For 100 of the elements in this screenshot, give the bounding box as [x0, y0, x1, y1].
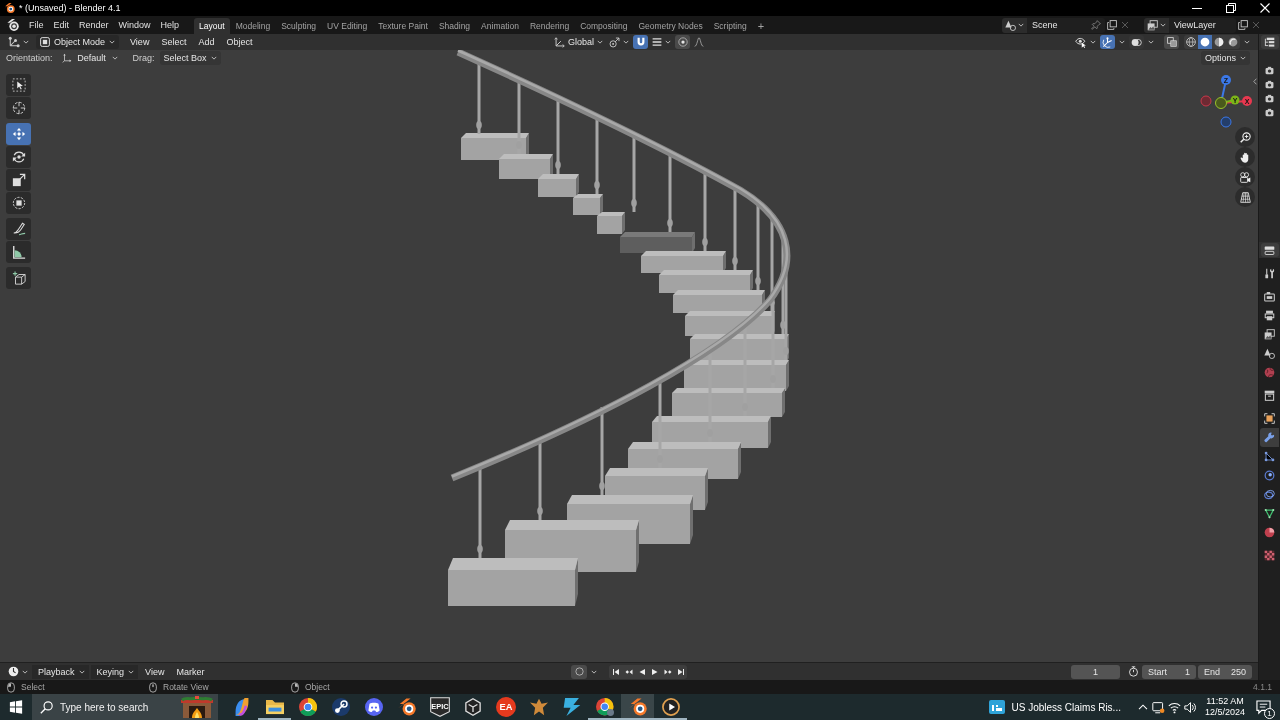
workspace-tab[interactable]: Animation [476, 18, 524, 34]
selectability-dropdown[interactable] [1073, 35, 1098, 49]
start-frame-field[interactable]: Start 1 [1142, 664, 1196, 679]
options-dropdown[interactable]: Options [1200, 51, 1250, 65]
camera-icon [1265, 79, 1274, 89]
orientation-label: Orientation: [6, 53, 53, 63]
tool-button[interactable] [6, 123, 31, 145]
star-icon [529, 698, 548, 716]
auto-keying-toggle[interactable] [571, 664, 587, 679]
square-frame-icon [40, 37, 50, 47]
caret-icon [22, 669, 28, 674]
menu-dropdown[interactable]: Playback [32, 664, 89, 679]
snap-target-dropdown[interactable] [650, 35, 673, 49]
render-visibility-toggle[interactable] [1263, 65, 1276, 75]
camera-view-button[interactable] [1235, 167, 1255, 187]
editor-type-button[interactable] [6, 35, 31, 49]
workspace-tab[interactable]: Sculpting [276, 18, 322, 34]
workspace-tab[interactable]: Layout [194, 18, 230, 34]
zoom-icon [1239, 131, 1251, 143]
shading-mode-button[interactable] [1184, 35, 1198, 49]
render-visibility-toggle[interactable] [1263, 93, 1276, 103]
tool-button[interactable] [6, 169, 31, 191]
end-frame-field[interactable]: End 250 [1198, 664, 1252, 679]
search-input[interactable]: Type here to search [60, 699, 173, 715]
menu-item[interactable]: Edit [48, 17, 75, 33]
properties-tab[interactable] [1260, 428, 1279, 447]
news-widget[interactable]: US Jobless Claims Ris... [983, 694, 1127, 720]
drag-dropdown[interactable]: Select Box [159, 51, 221, 65]
render-visibility-toggle[interactable] [1263, 107, 1276, 117]
add-workspace-button[interactable]: + [752, 18, 770, 34]
view-layer-name-field[interactable]: ViewLayer [1169, 17, 1236, 33]
shading-mode-button[interactable] [1198, 35, 1212, 49]
tool-button[interactable] [6, 218, 31, 240]
scene-name-field[interactable]: Scene [1027, 17, 1105, 33]
skip-back-icon [611, 667, 620, 676]
falloff-dropdown[interactable] [692, 35, 706, 49]
menu-dropdown[interactable]: Keying [90, 664, 139, 679]
gizmo-toggle[interactable] [1100, 35, 1115, 49]
menu-item[interactable]: Window [113, 17, 156, 33]
browser-icon [298, 698, 317, 716]
browser-icon [595, 698, 614, 716]
perspective-toggle[interactable] [1235, 187, 1255, 207]
menu-item[interactable]: Render [74, 17, 114, 33]
globe-icon [1264, 367, 1275, 378]
menu-item[interactable]: Object [221, 35, 258, 49]
duplicate-button[interactable] [1105, 17, 1118, 33]
taskbar-app-button[interactable] [621, 694, 654, 720]
menu-item[interactable]: Select [156, 35, 192, 49]
duplicate-button[interactable] [1236, 17, 1249, 33]
tool-button[interactable] [6, 267, 31, 289]
editor-type-button[interactable] [6, 664, 30, 679]
taskbar-app-button[interactable]: EA [489, 694, 522, 720]
tool-button[interactable] [6, 97, 31, 119]
proportional-editing-toggle[interactable] [675, 35, 690, 49]
pan-button[interactable] [1235, 147, 1255, 167]
field-value: 1 [1185, 666, 1190, 677]
workspace-tab[interactable]: Texture Paint [373, 18, 433, 34]
transform-orientation-dropdown[interactable]: Global [552, 35, 605, 49]
workspace-tab[interactable]: Geometry Nodes [633, 18, 708, 34]
scene-selector[interactable] [1002, 17, 1027, 33]
workspace-tab[interactable]: Scripting [708, 18, 752, 34]
menu-item[interactable]: View [140, 664, 170, 679]
box-icon [1264, 390, 1275, 401]
menu-item[interactable]: Marker [171, 664, 210, 679]
workspace-tab[interactable]: Shading [433, 18, 476, 34]
menu-item[interactable]: Add [193, 35, 220, 49]
preview-range-toggle[interactable] [1126, 664, 1140, 679]
pivot-point-dropdown[interactable] [607, 35, 631, 49]
tool-button[interactable] [6, 146, 31, 168]
caret-icon [665, 40, 671, 44]
tool-button[interactable] [6, 74, 31, 96]
xray-toggle[interactable] [1164, 35, 1179, 49]
mode-dropdown[interactable]: Object Mode [36, 35, 120, 49]
current-frame-field[interactable]: 1 [1071, 664, 1120, 679]
editor-type-button[interactable] [1260, 243, 1279, 257]
shading-mode-button[interactable] [1226, 35, 1240, 49]
taskbar-app-button[interactable]: EPIC [423, 694, 456, 720]
menu-item[interactable]: Help [155, 17, 185, 33]
notifications-button[interactable]: 1 [1251, 694, 1275, 720]
workspace-tab[interactable]: Modeling [230, 18, 276, 34]
workspace-tab[interactable]: Rendering [524, 18, 575, 34]
zoom-button[interactable] [1235, 127, 1255, 147]
render-visibility-toggle[interactable] [1263, 79, 1276, 89]
move-arrows-icon [11, 127, 26, 141]
clock-button[interactable]: 11:52 AM 12/5/2024 [1198, 694, 1251, 720]
search-field[interactable]: Type here to search [32, 694, 218, 720]
tool-button[interactable] [6, 192, 31, 214]
editor-type-button[interactable] [1260, 35, 1279, 49]
tool-button[interactable] [6, 241, 31, 263]
overlays-toggle[interactable] [1129, 35, 1144, 49]
snap-toggle[interactable] [633, 35, 648, 49]
menu-item[interactable]: File [24, 17, 49, 33]
workspace-tab[interactable]: UV Editing [322, 18, 373, 34]
workspace-tab[interactable]: Compositing [575, 18, 633, 34]
image-stack-icon [1147, 19, 1158, 31]
menu-item[interactable]: View [125, 35, 155, 49]
orientation-dropdown[interactable]: Default [57, 51, 122, 65]
clock-date: 12/5/2024 [1204, 707, 1245, 718]
view-layer-selector[interactable] [1144, 17, 1169, 33]
shading-mode-button[interactable] [1212, 35, 1226, 49]
